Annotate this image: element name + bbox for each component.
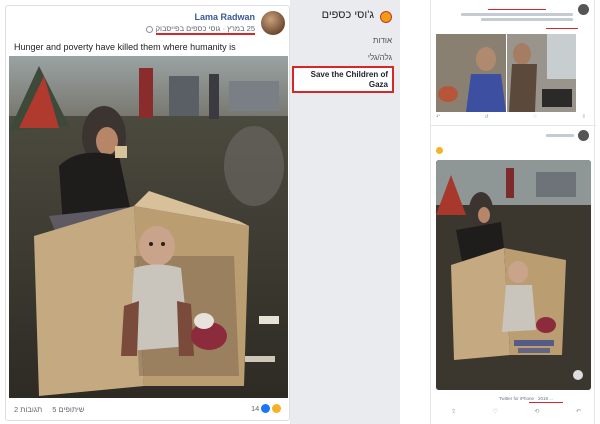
author-avatar[interactable] [261, 11, 285, 35]
page-logo-icon[interactable] [380, 11, 392, 23]
tweet-images[interactable] [436, 34, 576, 112]
date-underline [488, 9, 546, 10]
globe-icon [145, 26, 153, 33]
retweet-icon[interactable]: ↺ [485, 114, 489, 120]
tweet-text-line [481, 18, 573, 21]
page-title[interactable]: ג'וסי כספים [322, 9, 374, 21]
tweet-actions: ⇪ ♡ ⟲ ↶ [451, 408, 581, 415]
tweet-photo[interactable] [436, 160, 591, 390]
post-meta: 25 במרץ · גוסי כספים בפייסבוק [145, 24, 255, 35]
tweet-image-left[interactable] [436, 34, 506, 112]
tweet-handle-line [546, 134, 574, 137]
author-name[interactable]: Lama Radwan [194, 12, 255, 22]
tweet-text-line [461, 13, 573, 16]
tweet-image-right[interactable] [506, 34, 576, 112]
share-icon[interactable]: ⇪ [582, 114, 586, 120]
tweet-actions: ↶ ↺ ♡ ⇪ [436, 114, 586, 120]
tweet-avatar[interactable] [578, 4, 589, 15]
post-date[interactable]: 25 במרץ · גוסי כספים בפייסבוק [155, 24, 255, 35]
share-icon[interactable]: ⇪ [451, 408, 456, 415]
engagement-counts: 2 תגובות 5 שיתופים [14, 405, 84, 414]
tweet-source: Twitter for iPhone · 2018 ... [499, 396, 554, 401]
reply-icon[interactable]: ↶ [436, 114, 440, 120]
link-underline [546, 28, 578, 29]
comments-count[interactable]: 2 תגובות [14, 405, 42, 414]
sad-emoji-icon [436, 147, 443, 154]
sidebar-item-explore[interactable]: גלה/גלי [368, 53, 392, 62]
shares-count[interactable]: 5 שיתופים [52, 405, 84, 414]
tweet-1: ↶ ↺ ♡ ⇪ [431, 2, 596, 120]
reactions[interactable]: 14 [251, 404, 282, 413]
date-underline [529, 402, 563, 403]
twitter-column: ↶ ↺ ♡ ⇪ Twitter for iPhone · 2018 ... ⇪ … [430, 0, 596, 424]
sad-icon [272, 404, 282, 413]
tweet-avatar[interactable] [578, 130, 589, 141]
post-footer: 2 תגובות 5 שיתופים 14 [6, 400, 291, 420]
page-sidebar: ג'וסי כספים אודות גלה/גלי Save the Child… [290, 0, 400, 424]
post-text: Hunger and poverty have killed them wher… [14, 42, 236, 52]
sidebar-item-highlighted[interactable]: Save the Children of Gaza [292, 66, 394, 93]
heart-icon[interactable]: ♡ [533, 114, 537, 120]
facebook-post-card: Lama Radwan 25 במרץ · גוסי כספים בפייסבו… [5, 5, 290, 421]
post-photo[interactable] [9, 56, 288, 398]
like-icon [261, 404, 271, 413]
heart-icon[interactable]: ♡ [493, 408, 498, 415]
reply-icon[interactable]: ↶ [576, 408, 581, 415]
reactions-count: 14 [251, 404, 260, 413]
divider [431, 125, 596, 126]
post-header: Lama Radwan 25 במרץ · גוסי כספים בפייסבו… [6, 6, 291, 38]
retweet-icon[interactable]: ⟲ [534, 408, 539, 415]
sidebar-item-about[interactable]: אודות [373, 36, 392, 45]
